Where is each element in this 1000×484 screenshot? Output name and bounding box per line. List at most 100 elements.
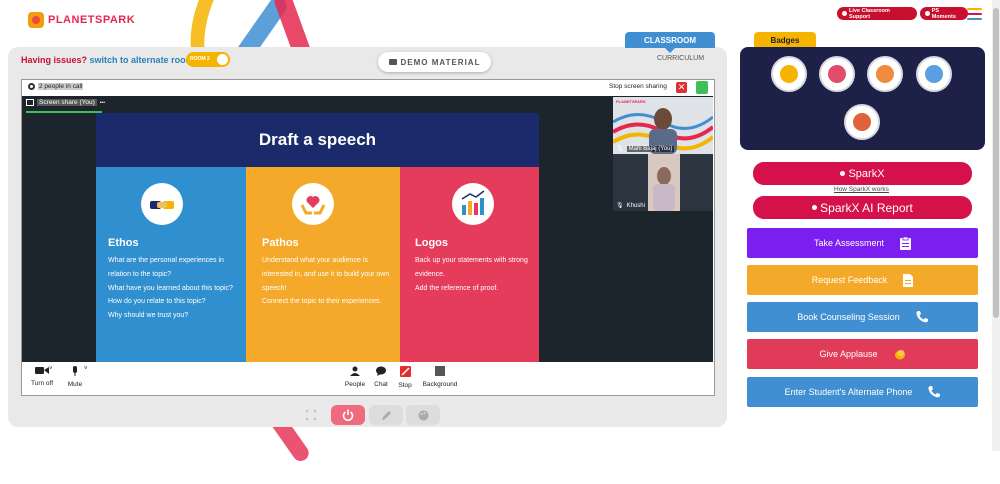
demo-material-label: DEMO MATERIAL [400, 57, 481, 67]
hamburger-menu-icon[interactable] [967, 8, 982, 20]
logo-icon [28, 12, 44, 28]
stop-share-icon [399, 366, 411, 377]
people-label: People [344, 381, 366, 388]
screen-share-label: Screen share (You) [37, 99, 97, 106]
live-support-button[interactable]: Live Classroom Support [837, 7, 917, 20]
expand-icon [306, 410, 316, 420]
participant-tile[interactable]: 🎙 Khushi [613, 154, 713, 211]
stop-screen-sharing-button[interactable]: Stop screen sharing [609, 83, 667, 90]
slide-column-ethos: Ethos What are the personal experiences … [96, 167, 246, 362]
participant-brand: PLANETSPARK [616, 99, 646, 104]
slide-heading: Pathos [262, 237, 299, 249]
slide-body: Understand what your audience is interes… [262, 254, 394, 309]
slide-text-line: How do you relate to this topic? [108, 298, 206, 306]
slide-body: Back up your statements with strong evid… [415, 254, 537, 295]
camera-icon [35, 367, 49, 374]
robot-icon[interactable] [819, 56, 855, 92]
clipboard-icon [900, 236, 912, 250]
chevron-down-icon[interactable]: ˅ [49, 366, 53, 372]
trophy-icon[interactable] [771, 56, 807, 92]
slide-body: What are the personal experiences in rel… [108, 254, 238, 323]
mute-button[interactable]: Mute [64, 366, 86, 388]
slide-heading: Ethos [108, 237, 139, 249]
sparkx-label: SparkX [848, 167, 885, 180]
lightbulb-icon[interactable] [916, 56, 952, 92]
slide-text-line: What have you learned about this topic? [108, 284, 233, 292]
demo-material-button[interactable]: DEMO MATERIAL [378, 52, 491, 72]
participant-tile[interactable]: PLANETSPARK 🎙 Mahi Bajaj (You) [613, 97, 713, 154]
tab-classroom[interactable]: CLASSROOM [625, 32, 715, 53]
take-assessment-label: Take Assessment [813, 238, 885, 248]
turn-off-label: Turn off [30, 380, 54, 387]
slide-text-line: Connect the topic to their experiences. [262, 298, 382, 306]
more-options-icon[interactable]: ••• [100, 100, 105, 106]
slide-title: Draft a speech [96, 113, 539, 167]
slide-heading: Logos [415, 237, 448, 249]
camera-icon [925, 11, 930, 16]
background-button[interactable]: Background [420, 366, 460, 388]
scrollbar-thumb[interactable] [993, 8, 999, 318]
annotate-button[interactable] [369, 405, 403, 425]
planetspark-logo[interactable]: PLANETSPARK [28, 10, 135, 30]
handshake-icon [141, 183, 183, 225]
background-icon [435, 366, 445, 376]
palette-button[interactable] [406, 405, 440, 425]
slide-column-pathos: Pathos Understand what your audience is … [246, 167, 400, 362]
chevron-down-icon[interactable]: ˅ [84, 366, 88, 372]
sparkx-ai-report-button[interactable]: SparkX AI Report [753, 196, 972, 219]
participant-name-label: Khushi [626, 202, 645, 209]
sparkx-icon [840, 171, 846, 176]
globe-person-icon[interactable] [867, 56, 903, 92]
people-in-call: 2 people in call [28, 83, 84, 90]
participant-name: 🎙 Khushi [616, 202, 645, 210]
mute-label: Mute [67, 381, 83, 388]
sparkx-icon [812, 205, 818, 210]
chat-button[interactable]: Chat [371, 366, 391, 388]
people-button[interactable]: People [342, 366, 368, 388]
pen-icon [381, 410, 391, 420]
monitor-icon [26, 99, 34, 106]
alternate-phone-button[interactable]: Enter Student's Alternate Phone [747, 377, 978, 407]
rocket-icon[interactable] [844, 104, 880, 140]
give-applause-button[interactable]: Give Applause [747, 339, 978, 369]
phone-icon [916, 311, 928, 323]
how-sparkx-link[interactable]: How SparkX works [834, 186, 889, 193]
phone-icon [928, 386, 941, 398]
request-feedback-button[interactable]: Request Feedback [747, 265, 978, 295]
book-counseling-button[interactable]: Book Counseling Session [747, 302, 978, 332]
end-class-button[interactable] [331, 405, 365, 425]
room-toggle[interactable]: ROOM 2 [186, 52, 230, 67]
slide-text-line: Understand what your audience is interes… [262, 257, 390, 292]
close-icon[interactable]: ✕ [676, 82, 687, 93]
microphone-icon [73, 366, 77, 376]
active-tab-indicator [26, 111, 102, 113]
support-icon [842, 11, 847, 16]
folder-icon [388, 59, 397, 65]
stop-share-button[interactable]: Stop [396, 366, 414, 389]
logo-text: PLANETSPARK [48, 14, 136, 26]
badges-tab-label: Badges [770, 36, 800, 45]
take-assessment-button[interactable]: Take Assessment [747, 228, 978, 258]
classroom-tab-label: CLASSROOM [644, 35, 696, 45]
alternate-phone-label: Enter Student's Alternate Phone [784, 387, 913, 397]
gear-icon[interactable] [28, 83, 35, 90]
room-toggle-label: ROOM 2 [190, 56, 210, 62]
mic-icon: 🎙 [616, 203, 624, 209]
fullscreen-icon[interactable] [696, 81, 708, 94]
ps-moments-label: PS Moments [931, 7, 956, 20]
badges-panel [740, 47, 985, 150]
participant-name-label: Mahi Bajaj (You) [626, 145, 675, 152]
page-scrollbar[interactable] [992, 0, 1000, 451]
mic-icon: 🎙 [616, 146, 624, 152]
slide-text-line: Add the reference of proof. [415, 284, 499, 292]
sparkx-button[interactable]: SparkX [753, 162, 972, 185]
chat-icon [376, 366, 386, 376]
give-applause-label: Give Applause [819, 349, 878, 359]
bar-chart-icon [452, 183, 494, 225]
background-label: Background [422, 381, 458, 388]
ps-moments-button[interactable]: PS Moments [920, 7, 968, 20]
tab-curriculum[interactable]: CURRICULUM [657, 55, 704, 62]
screen-share-tab[interactable]: Screen share (You) ••• [26, 99, 105, 106]
switch-room-link[interactable]: switch to alternate room [90, 55, 194, 65]
expand-button[interactable] [294, 405, 328, 425]
